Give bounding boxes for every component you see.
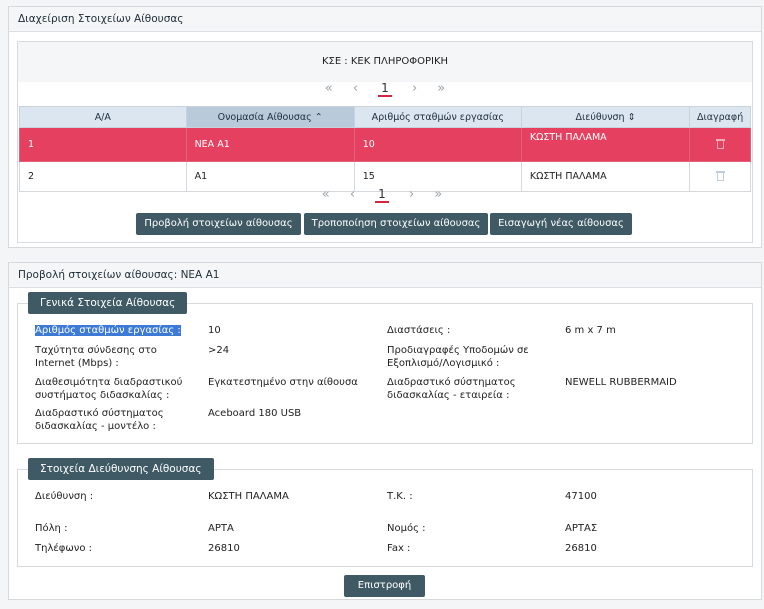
halls-table: Α/Α Ονομασία Αίθουσας ⌃ Αριθμός σταθμών … [19, 106, 751, 192]
sort-up-icon: ⌃ [314, 111, 323, 123]
prev-page-button[interactable]: ‹ [350, 187, 355, 202]
next-page-button[interactable]: › [412, 81, 417, 96]
specs-label: Προδιαγραφές Υποδομών σε Εξοπλισμό/Λογισμ… [387, 345, 529, 369]
zip-value: 47100 [565, 491, 597, 502]
fax-label: Fax : [387, 543, 411, 554]
sort-icon: ⇕ [627, 111, 636, 123]
col-delete: Διαγραφή [689, 106, 751, 128]
page-number[interactable]: 1 [378, 81, 392, 97]
speed-label: Ταχύτητα σύνδεσης στο Internet (Mbps) : [35, 345, 157, 369]
last-page-button[interactable]: » [437, 81, 445, 96]
cell-address: ΚΩΣΤΗ ΠΑΛΑΜΑ [520, 127, 691, 162]
prev-page-button[interactable]: ‹ [353, 81, 358, 96]
company-label: Διαδραστικό σύστηματος διδασκαλίας - εται… [387, 377, 516, 401]
address-info-box [17, 469, 753, 567]
pager-bottom: « ‹ 1 › » [0, 187, 764, 203]
city-label: Πόλη : [35, 523, 68, 534]
stations-label: Αριθμός σταθμών εργασίας : [35, 325, 181, 336]
trash-icon[interactable] [715, 138, 725, 149]
add-hall-button[interactable]: Εισαγωγή νέας αίθουσας [490, 213, 632, 235]
tab-general-info[interactable]: Γενικά Στοιχεία Αίθουσας [28, 292, 188, 314]
page-number[interactable]: 1 [375, 187, 389, 203]
dimensions-label: Διαστάσεις : [387, 325, 451, 336]
back-button[interactable]: Επιστροφή [344, 575, 425, 597]
dimensions-value: 6 m x 7 m [565, 325, 616, 336]
col-address[interactable]: Διεύθυνση ⇕ [520, 106, 691, 128]
phone-label: Τηλέφωνο : [35, 543, 92, 554]
panel-title: Διαχείριση Στοιχείων Αίθουσας [9, 7, 761, 32]
zip-label: Τ.Κ. : [387, 491, 413, 502]
tab-address-info[interactable]: Στοιχεία Διεύθυνσης Αίθουσας [28, 458, 214, 480]
availability-value: Εγκατεστημένο στην αίθουσα [208, 377, 358, 388]
model-label: Διαδραστικό σύστηματος διδασκαλίας - μοντ… [35, 408, 164, 432]
fax-value: 26810 [565, 543, 597, 554]
street-label: Διεύθυνση : [35, 491, 94, 502]
cell-aa: 1 [19, 127, 187, 162]
last-page-button[interactable]: » [434, 187, 442, 202]
phone-value: 26810 [208, 543, 240, 554]
prefecture-label: Νομός : [387, 523, 426, 534]
table-row[interactable]: 1 ΝΕΑ Α1 10 ΚΩΣΤΗ ΠΑΛΑΜΑ [19, 127, 751, 162]
panel-title: Προβολή στοιχείων αίθουσας: ΝΕΑ Α1 [9, 263, 761, 288]
model-value: Aceboard 180 USB [208, 408, 302, 419]
cell-name: ΝΕΑ Α1 [185, 127, 355, 162]
company-value: NEWELL RUBBERMAID [565, 377, 677, 388]
edit-hall-button[interactable]: Τροποποίηση στοιχείων αίθουσας [304, 213, 488, 235]
prefecture-value: ΑΡΤΑΣ [565, 523, 598, 534]
city-value: ΑΡΤΑ [208, 523, 234, 534]
next-page-button[interactable]: › [409, 187, 414, 202]
availability-label: Διαθεσιμότητα διαδραστικού συστήματος διδ… [35, 377, 183, 401]
kse-title: ΚΣΕ : ΚΕΚ ΠΛΗΡΟΦΟΡΙΚΗ [321, 56, 449, 67]
trash-icon[interactable] [715, 170, 725, 181]
pager-top: « ‹ 1 › » [9, 81, 761, 97]
street-value: ΚΩΣΤΗ ΠΑΛΑΜΑ [208, 491, 289, 502]
cell-stations: 10 [353, 127, 522, 162]
stations-value: 10 [208, 325, 221, 336]
col-stations[interactable]: Αριθμός σταθμών εργασίας [353, 106, 522, 128]
col-aa[interactable]: Α/Α [19, 106, 187, 128]
view-hall-button[interactable]: Προβολή στοιχείων αίθουσας [136, 213, 301, 235]
first-page-button[interactable]: « [322, 187, 330, 202]
speed-value: >24 [208, 345, 230, 356]
col-name[interactable]: Ονομασία Αίθουσας ⌃ [185, 106, 355, 128]
first-page-button[interactable]: « [325, 81, 333, 96]
